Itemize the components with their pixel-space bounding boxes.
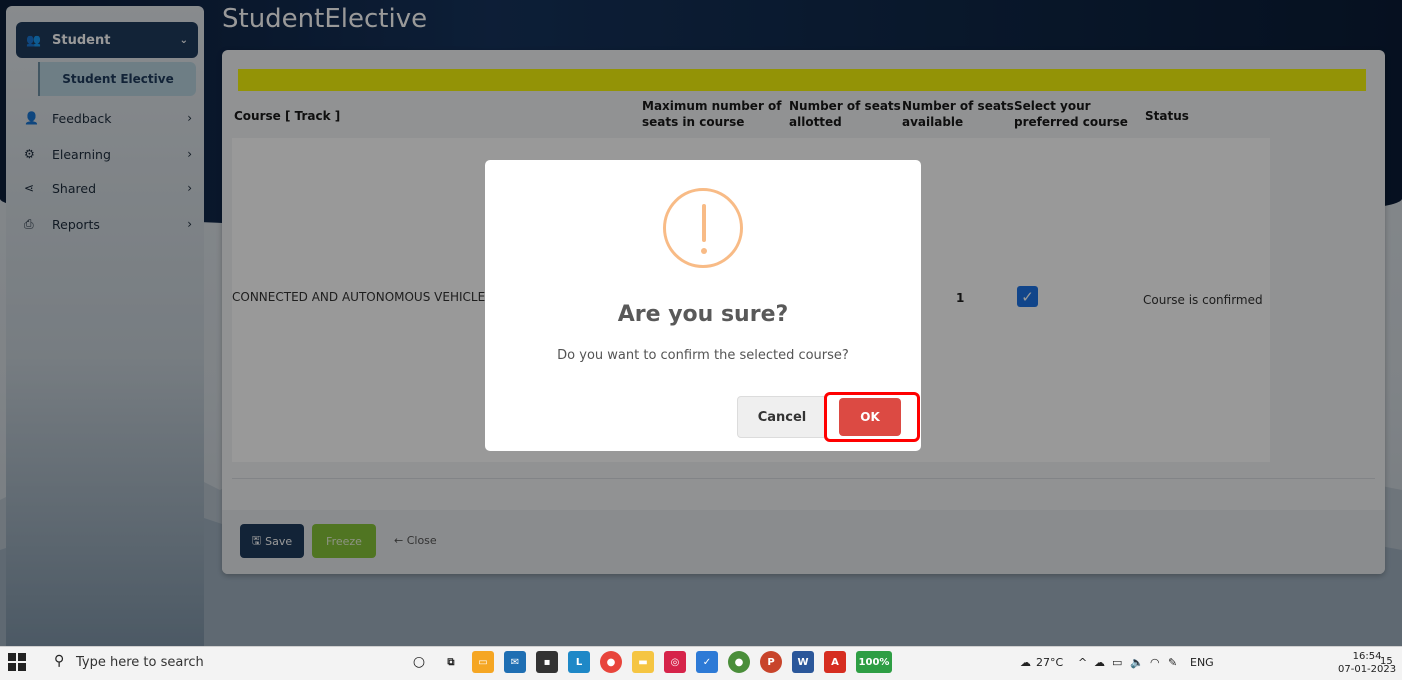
dialog-title: Are you sure? xyxy=(617,302,789,327)
word-icon[interactable]: W xyxy=(792,651,814,673)
pdf-reader-icon[interactable]: A xyxy=(824,651,846,673)
lens-icon[interactable]: L xyxy=(568,651,590,673)
onedrive-icon[interactable]: ☁ xyxy=(1094,656,1105,669)
folder-icon[interactable]: ▬ xyxy=(632,651,654,673)
tray-expand-icon[interactable]: ^ xyxy=(1078,656,1087,669)
mail-icon[interactable]: ✉ xyxy=(504,651,526,673)
notification-count[interactable]: 15 xyxy=(1380,656,1393,667)
file-explorer-icon[interactable]: ▭ xyxy=(472,651,494,673)
pen-icon[interactable]: ✎ xyxy=(1168,656,1177,669)
windows-start-icon[interactable] xyxy=(8,653,26,671)
powerpoint-icon[interactable]: P xyxy=(760,651,782,673)
cortana-icon[interactable]: ○ xyxy=(408,651,430,673)
browser-profile-icon[interactable]: ● xyxy=(728,651,750,673)
taskbar-search-input[interactable]: Type here to search xyxy=(76,655,204,670)
language-indicator[interactable]: ENG xyxy=(1190,656,1214,669)
task-view-icon[interactable]: ⧉ xyxy=(440,651,462,673)
search-icon[interactable]: ⚲ xyxy=(54,653,64,669)
todo-icon[interactable]: ✓ xyxy=(696,651,718,673)
weather-temp[interactable]: 27°C xyxy=(1036,656,1063,669)
sticky-notes-icon[interactable]: ▪ xyxy=(536,651,558,673)
wifi-icon[interactable]: ◠ xyxy=(1150,656,1160,669)
weather-icon[interactable]: ☁ xyxy=(1020,656,1031,669)
chrome-icon[interactable]: ● xyxy=(600,651,622,673)
warning-icon xyxy=(663,188,743,268)
app-icon[interactable]: ◎ xyxy=(664,651,686,673)
volume-icon[interactable]: 🔈 xyxy=(1130,656,1144,669)
dialog-message: Do you want to confirm the selected cour… xyxy=(557,348,849,363)
network-icon[interactable]: ▭ xyxy=(1112,656,1122,669)
battery-indicator[interactable]: 100% xyxy=(856,651,892,673)
cancel-button[interactable]: Cancel xyxy=(737,396,827,438)
ok-highlight-annotation xyxy=(824,392,920,442)
